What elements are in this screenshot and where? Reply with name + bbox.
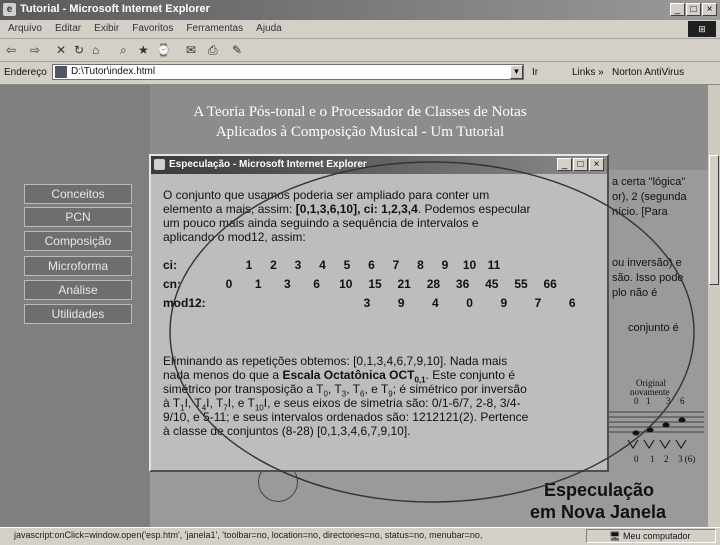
nav-pcn[interactable]: PCN [24,207,132,227]
address-input[interactable]: D:\Tutor\index.html [52,64,524,80]
address-url: D:\Tutor\index.html [71,66,156,77]
search-icon[interactable]: ⌕ [120,43,127,57]
favorites-icon[interactable]: ★ [138,43,149,57]
scrollbar-thumb[interactable] [709,155,719,285]
computer-icon: 🖥 [609,531,621,541]
forward-icon[interactable]: ⇨ [30,43,40,57]
nav-analise[interactable]: Análise [24,280,132,300]
print-icon[interactable]: ⎙ [208,43,218,57]
security-zone: 🖥 Meu computador [586,529,716,543]
ie-icon: e [3,3,16,16]
go-button[interactable]: Ir [532,67,538,78]
address-label: Endereço [4,67,47,78]
maximize-button[interactable]: □ [686,3,701,16]
history-icon[interactable]: ⌚ [156,43,171,57]
minimize-button[interactable]: _ [670,3,685,16]
nav-composicao[interactable]: Composição [24,231,132,251]
windows-logo-icon: ⊞ [688,21,716,37]
window-title: Tutorial - Microsoft Internet Explorer [20,3,210,15]
menu-ajuda[interactable]: Ajuda [254,20,284,34]
back-icon[interactable]: ⇦ [6,43,16,57]
menu-bar: Arquivo Editar Exibir Favoritos Ferramen… [0,20,720,39]
window-titlebar: e Tutorial - Microsoft Internet Explorer… [0,0,720,20]
edit-icon[interactable]: ✎ [232,43,242,57]
menu-editar[interactable]: Editar [53,20,83,34]
refresh-icon[interactable]: ↻ [74,43,84,57]
menu-favoritos[interactable]: Favoritos [130,20,175,34]
close-button[interactable]: × [702,3,717,16]
home-icon[interactable]: ⌂ [92,43,99,57]
page-icon [55,66,67,78]
oval-annotation [169,161,695,503]
menu-exibir[interactable]: Exibir [92,20,121,34]
status-bar: javascript:onClick=window.open('esp.htm'… [0,527,720,545]
toolbar: ⇦ ⇨ ✕ ↻ ⌂ ⌕ ★ ⌚ ✉ ⎙ ✎ [0,39,720,62]
stop-icon[interactable]: ✕ [56,43,66,57]
mail-icon[interactable]: ✉ [186,43,196,57]
page-title-line1: A Teoria Pós-tonal e o Processador de Cl… [193,104,527,120]
page-title-line2: Aplicados à Composição Musical - Um Tuto… [215,124,505,140]
address-bar: Endereço D:\Tutor\index.html ▼ Ir Links … [0,62,720,85]
status-text: javascript:onClick=window.open('esp.htm'… [14,530,483,540]
address-dropdown-icon[interactable]: ▼ [510,65,523,79]
norton-antivirus-button[interactable]: Norton AntiVirus [612,67,684,78]
links-button[interactable]: Links » [572,67,604,78]
menu-ferramentas[interactable]: Ferramentas [184,20,245,34]
nav-conceitos[interactable]: Conceitos [24,184,132,204]
menu-arquivo[interactable]: Arquivo [6,20,44,34]
nav-utilidades[interactable]: Utilidades [24,304,132,324]
nav-microforma[interactable]: Microforma [24,256,132,276]
